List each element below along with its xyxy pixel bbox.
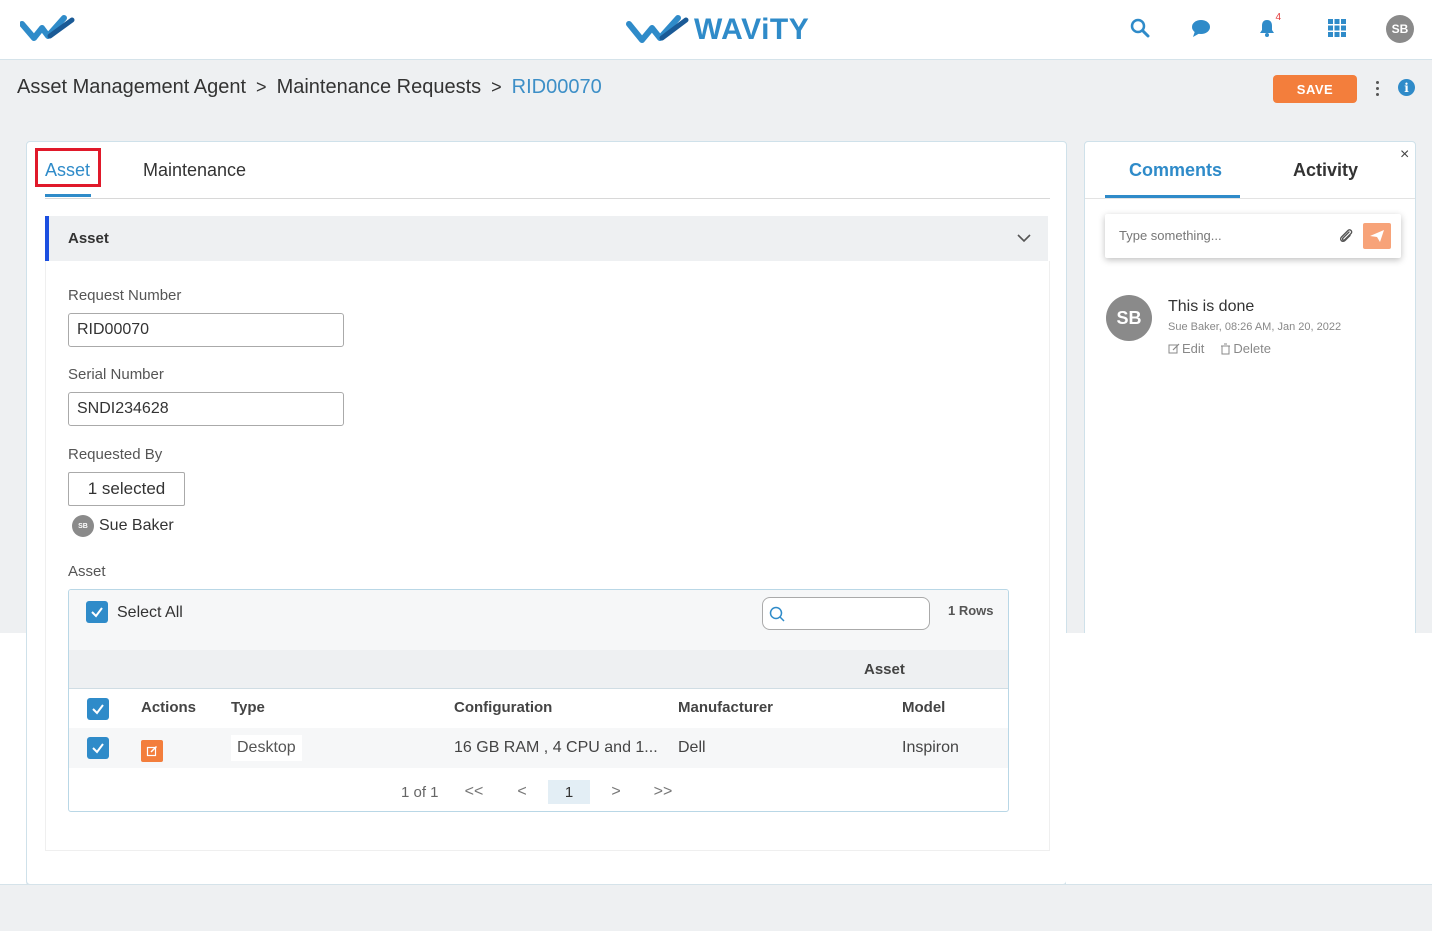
column-header-type[interactable]: Type xyxy=(231,699,265,716)
row-checkbox[interactable] xyxy=(87,737,109,759)
row-type: Desktop xyxy=(231,735,302,761)
asset-section-header[interactable]: Asset xyxy=(45,216,1048,261)
trash-icon xyxy=(1221,343,1231,354)
first-page-button[interactable]: << xyxy=(463,781,485,803)
column-header-model[interactable]: Model xyxy=(902,699,945,716)
notifications-bell-icon[interactable]: 4 xyxy=(1255,12,1281,40)
chevron-down-icon[interactable] xyxy=(1016,230,1032,246)
tab-asset[interactable]: Asset xyxy=(35,148,101,187)
user-avatar[interactable]: SB xyxy=(1386,15,1414,43)
row-manufacturer: Dell xyxy=(678,739,706,756)
select-all-label: Select All xyxy=(117,604,183,621)
form-tabs: Asset Maintenance xyxy=(35,142,1050,199)
brand-logo: WAViTY xyxy=(626,10,809,50)
header-row-checkbox[interactable] xyxy=(87,698,109,720)
brand-mark-icon xyxy=(626,15,689,43)
apps-grid-icon[interactable] xyxy=(1325,16,1349,40)
brand-name: WAViTY xyxy=(694,13,810,46)
side-tab-divider xyxy=(1085,198,1415,199)
grid-group-header: Asset xyxy=(69,650,1008,689)
breadcrumb-current: RID00070 xyxy=(511,76,602,98)
info-icon[interactable]: i xyxy=(1398,79,1415,96)
send-icon xyxy=(1370,230,1384,242)
wavity-logo-icon[interactable] xyxy=(20,14,76,44)
breadcrumb-item-agent[interactable]: Asset Management Agent xyxy=(17,76,246,99)
attachment-paperclip-icon[interactable] xyxy=(1337,227,1355,245)
comment-text: This is done xyxy=(1168,298,1255,315)
requested-by-label: Requested By xyxy=(68,446,163,463)
last-page-button[interactable]: >> xyxy=(652,781,674,803)
current-page-button[interactable]: 1 xyxy=(548,780,590,804)
bottom-divider xyxy=(0,884,1432,885)
rows-count: 1 Rows xyxy=(948,603,994,618)
blank-region-left xyxy=(0,633,26,885)
grid-pager: 1 of 1 << < 1 > >> xyxy=(69,778,1008,808)
comment-input[interactable]: Type something... xyxy=(1105,214,1401,258)
notification-badge: 4 xyxy=(1275,12,1281,23)
column-header-manufacturer[interactable]: Manufacturer xyxy=(678,699,773,716)
search-icon xyxy=(769,606,785,622)
group-header-label: Asset xyxy=(864,661,905,678)
asset-grid-label: Asset xyxy=(68,563,106,580)
tab-activity[interactable]: Activity xyxy=(1293,160,1358,181)
top-bar: WAViTY 4 SB xyxy=(0,0,1432,60)
comment-meta: Sue Baker, 08:26 AM, Jan 20, 2022 xyxy=(1168,321,1342,333)
row-model: Inspiron xyxy=(902,739,959,756)
breadcrumb-separator: > xyxy=(491,77,502,97)
grid-column-header: Actions Type Configuration Manufacturer … xyxy=(69,689,1008,728)
more-options-icon[interactable] xyxy=(1368,78,1386,98)
comment-edit-label: Edit xyxy=(1182,341,1205,356)
prev-page-button[interactable]: < xyxy=(511,781,533,803)
tab-comments[interactable]: Comments xyxy=(1129,160,1222,181)
next-page-button[interactable]: > xyxy=(605,781,627,803)
send-comment-button[interactable] xyxy=(1363,223,1391,249)
edit-icon xyxy=(1168,343,1180,353)
comment-delete-label: Delete xyxy=(1233,341,1271,356)
comment-placeholder: Type something... xyxy=(1119,228,1222,243)
breadcrumb-separator: > xyxy=(256,77,267,97)
breadcrumb: Asset Management Agent > Maintenance Req… xyxy=(17,76,602,99)
serial-number-label: Serial Number xyxy=(68,366,164,383)
user-mini-avatar: SB xyxy=(72,515,94,537)
requested-by-user-chip: SB Sue Baker xyxy=(72,515,174,537)
save-button[interactable]: SAVE xyxy=(1273,75,1357,103)
blank-region xyxy=(1066,633,1432,885)
requested-by-selector[interactable]: 1 selected xyxy=(68,472,185,506)
record-form-card: Asset Maintenance Asset Request Number R… xyxy=(26,141,1067,885)
active-tab-indicator xyxy=(45,194,91,197)
tab-maintenance[interactable]: Maintenance xyxy=(143,160,246,181)
request-number-input[interactable]: RID00070 xyxy=(68,313,344,347)
search-icon[interactable] xyxy=(1128,16,1152,40)
comment-delete-button[interactable]: Delete xyxy=(1220,341,1271,356)
grid-search-input[interactable] xyxy=(762,597,930,630)
tab-highlight-box xyxy=(35,148,101,187)
column-header-configuration[interactable]: Configuration xyxy=(454,699,552,716)
pager-summary: 1 of 1 xyxy=(401,784,439,801)
row-configuration: 16 GB RAM , 4 CPU and 1... xyxy=(454,739,658,756)
requested-by-user-name: Sue Baker xyxy=(99,517,174,534)
column-header-actions[interactable]: Actions xyxy=(141,699,196,716)
table-row[interactable]: Desktop 16 GB RAM , 4 CPU and 1... Dell … xyxy=(69,728,1008,768)
grid-toolbar: Select All 1 Rows xyxy=(69,590,1008,650)
comment-edit-button[interactable]: Edit xyxy=(1168,341,1204,356)
asset-section-body: Request Number RID00070 Serial Number SN… xyxy=(45,261,1050,851)
breadcrumb-item-requests[interactable]: Maintenance Requests xyxy=(277,76,482,99)
serial-number-input[interactable]: SNDI234628 xyxy=(68,392,344,426)
section-title: Asset xyxy=(68,230,109,247)
comment-actions: Edit Delete xyxy=(1168,341,1271,356)
row-edit-icon[interactable] xyxy=(141,740,163,762)
chat-icon[interactable] xyxy=(1189,16,1213,40)
comment-author-avatar: SB xyxy=(1106,295,1152,341)
select-all-checkbox[interactable] xyxy=(86,601,108,623)
close-icon[interactable]: × xyxy=(1400,146,1409,164)
request-number-label: Request Number xyxy=(68,287,182,304)
asset-grid: Select All 1 Rows Asset Actions Type Con… xyxy=(68,589,1009,812)
